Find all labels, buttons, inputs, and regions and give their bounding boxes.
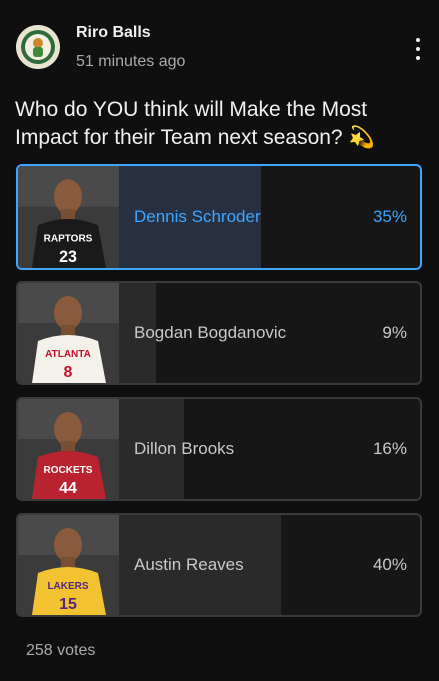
poll-option[interactable]: ROCKETS 44 Dillon Brooks 16% — [16, 397, 422, 501]
poll-option-percent: 16% — [372, 439, 407, 458]
channel-avatar[interactable] — [16, 25, 60, 69]
poll-option[interactable]: LAKERS 15 Austin Reaves 40% — [16, 513, 422, 617]
poll-option-label: Dillon Brooks — [134, 439, 235, 458]
poll-option-percent: 35% — [372, 207, 407, 226]
player-photo: ROCKETS 44 — [18, 399, 119, 499]
poll-option-label: Dennis Schroder — [134, 207, 261, 226]
jersey-number: 44 — [59, 480, 77, 497]
player-photo: RAPTORS 23 — [18, 166, 119, 268]
vote-count: 258 votes — [26, 642, 96, 659]
player-photo: LAKERS 15 — [18, 515, 119, 615]
poll-option[interactable]: RAPTORS 23 Dennis Schroder 35% — [16, 164, 422, 270]
poll-option[interactable]: ATLANTA 8 Bogdan Bogdanovic 9% — [16, 281, 422, 385]
poll-option-percent: 9% — [382, 323, 407, 342]
poll-question: Who do YOU think will Make the Most Impa… — [15, 98, 375, 149]
jersey-number: 15 — [59, 596, 77, 613]
channel-name[interactable]: Riro Balls — [76, 24, 151, 42]
jersey-number: 23 — [59, 248, 77, 266]
jersey-lettering: RAPTORS — [44, 233, 93, 244]
jersey-lettering: ROCKETS — [44, 465, 93, 476]
post-header: Riro Balls 51 minutes ago — [0, 0, 439, 90]
more-vert-icon[interactable] — [408, 36, 428, 62]
poll-option-label: Austin Reaves — [134, 555, 244, 574]
player-photo: ATLANTA 8 — [18, 283, 119, 383]
post-timestamp: 51 minutes ago — [76, 53, 186, 70]
jersey-number: 8 — [64, 364, 73, 381]
poll-option-label: Bogdan Bogdanovic — [134, 323, 287, 342]
jersey-lettering: ATLANTA — [45, 349, 91, 360]
jersey-lettering: LAKERS — [47, 581, 88, 592]
poll-option-percent: 40% — [372, 555, 407, 574]
